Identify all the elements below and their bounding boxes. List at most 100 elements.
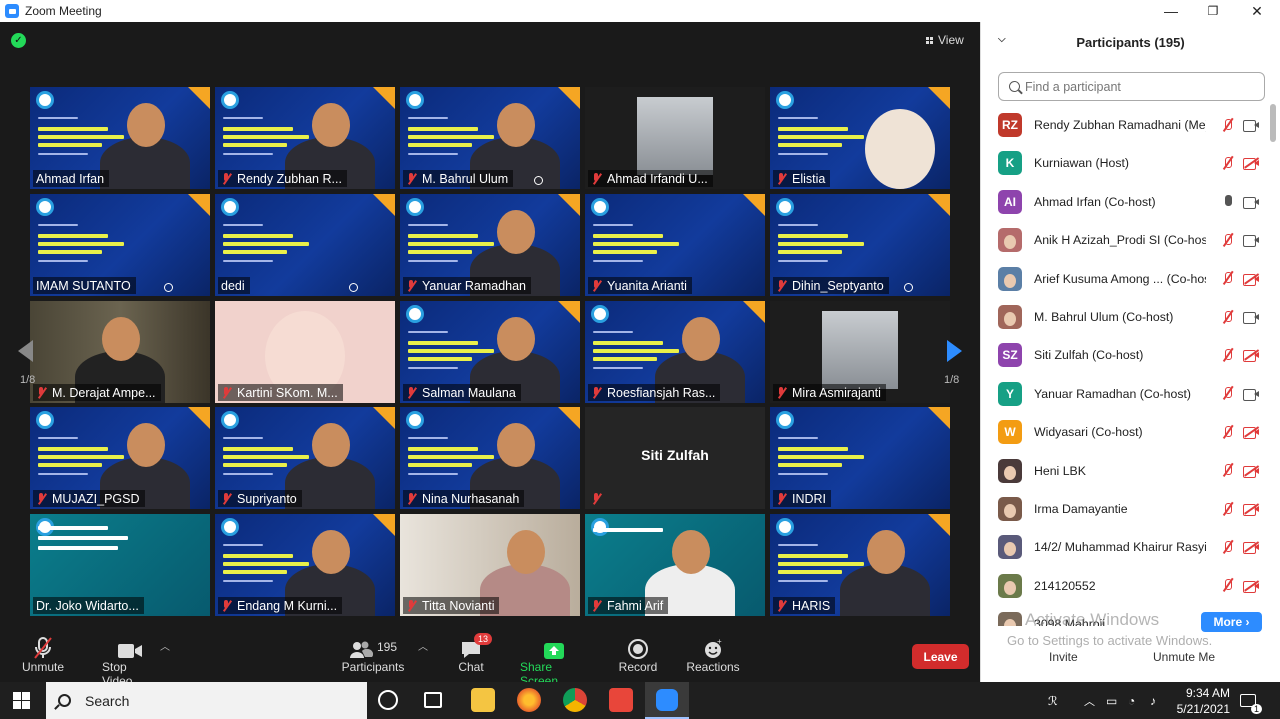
microphone-icon[interactable] [1221, 194, 1235, 209]
video-off-icon[interactable] [1243, 349, 1259, 363]
video-tile[interactable]: Yuanita Arianti [585, 194, 765, 296]
encryption-shield-icon[interactable]: ✓ [11, 33, 26, 48]
video-off-icon[interactable] [1243, 272, 1259, 286]
participant-list-scrollbar[interactable] [1270, 104, 1276, 142]
video-options-caret-icon[interactable]: ︿ [160, 638, 170, 653]
record-button[interactable]: Record [618, 634, 658, 674]
video-tile[interactable]: Roesfiansjah Ras... [585, 301, 765, 403]
participant-row[interactable]: 214120552 [981, 567, 1269, 605]
video-camera-icon[interactable] [1243, 234, 1259, 248]
close-button[interactable]: ✕ [1234, 0, 1280, 22]
video-off-icon[interactable] [1243, 503, 1259, 516]
video-tile[interactable]: Dihin_Septyanto [770, 194, 950, 296]
view-button[interactable]: View [920, 30, 970, 50]
video-tile[interactable]: Nina Nurhasanah [400, 407, 580, 509]
video-tile[interactable]: Supriyanto [215, 407, 395, 509]
microphone-muted-icon[interactable] [1221, 310, 1235, 325]
anydesk-icon[interactable] [609, 688, 633, 712]
video-tile[interactable]: Kartini SKom. M... [215, 301, 395, 403]
participant-row[interactable]: Y Yanuar Ramadhan (Co-host) [981, 375, 1269, 413]
participant-row[interactable]: AI Ahmad Irfan (Co-host) [981, 183, 1269, 221]
video-tile[interactable]: Titta Novianti [400, 514, 580, 616]
stop-video-button[interactable]: Stop Video [102, 634, 158, 688]
leave-button[interactable]: Leave [912, 644, 969, 669]
reactions-button[interactable]: + Reactions [686, 634, 739, 674]
participants-button[interactable]: 195 Participants [342, 634, 405, 674]
video-tile[interactable]: HARIS [770, 514, 950, 616]
microphone-muted-icon[interactable] [1221, 386, 1235, 401]
participant-row[interactable]: Heni LBK [981, 452, 1269, 490]
video-tile[interactable]: M. Derajat Ampe... [30, 301, 210, 403]
microphone-muted-icon[interactable] [1221, 348, 1235, 363]
video-tile[interactable]: dedi [215, 194, 395, 296]
microphone-muted-icon[interactable] [1221, 540, 1235, 555]
video-off-icon[interactable] [1243, 541, 1259, 555]
video-tile[interactable]: M. Bahrul Ulum [400, 87, 580, 189]
show-hidden-icons-icon[interactable]: ︿ [1084, 682, 1095, 719]
video-tile[interactable]: Elistia [770, 87, 950, 189]
microphone-muted-icon[interactable] [1221, 463, 1235, 478]
video-tile[interactable]: Dr. Joko Widarto... [30, 514, 210, 616]
next-page-arrow-icon[interactable] [947, 340, 962, 362]
microphone-muted-icon[interactable] [1221, 233, 1235, 248]
participant-row[interactable]: 14/2/ Muhammad Khairur Rasyid [981, 528, 1269, 566]
video-tile[interactable]: MUJAZI_PGSD [30, 407, 210, 509]
volume-icon[interactable]: ♪ [1150, 682, 1156, 719]
video-tile[interactable]: Ahmad Irfandi U... [585, 87, 765, 189]
video-off-icon[interactable] [1243, 464, 1259, 478]
video-tile[interactable]: Ahmad Irfan [30, 87, 210, 189]
task-view-icon[interactable] [424, 692, 442, 708]
notification-center-icon[interactable]: 1 [1240, 682, 1262, 719]
video-tile[interactable]: INDRI [770, 407, 950, 509]
invite-button[interactable]: Invite [1049, 650, 1078, 664]
unmute-button[interactable]: Unmute [22, 634, 64, 674]
microphone-muted-icon[interactable] [1221, 118, 1235, 133]
video-tile[interactable]: Fahmi Arif [585, 514, 765, 616]
video-off-icon[interactable] [1243, 426, 1259, 440]
collapse-chevron-icon[interactable]: ⌵ [998, 34, 1006, 45]
maximize-button[interactable]: ❐ [1190, 0, 1236, 22]
minimize-button[interactable]: — [1148, 0, 1194, 22]
system-clock[interactable]: 9:34 AM 5/21/2021 [1168, 685, 1230, 717]
participant-row[interactable]: RZ Rendy Zubhan Ramadhani (Me) [981, 106, 1269, 144]
more-button[interactable]: More › [1201, 612, 1262, 632]
video-off-icon[interactable] [1243, 157, 1259, 171]
microphone-muted-icon[interactable] [1221, 578, 1235, 593]
cortana-icon[interactable] [378, 690, 398, 710]
participant-row[interactable]: M. Bahrul Ulum (Co-host) [981, 298, 1269, 336]
microphone-muted-icon[interactable] [1221, 271, 1235, 286]
participant-row[interactable]: Irma Damayantie [981, 490, 1269, 528]
windows-start-icon[interactable] [13, 692, 30, 709]
video-tile[interactable]: Rendy Zubhan R... [215, 87, 395, 189]
participant-row[interactable]: SZ Siti Zulfah (Co-host) [981, 336, 1269, 374]
zoom-taskbar-icon[interactable] [645, 682, 689, 719]
file-explorer-icon[interactable] [471, 688, 495, 712]
video-camera-icon[interactable] [1243, 196, 1259, 209]
battery-icon[interactable]: ▭ [1106, 682, 1117, 719]
network-icon[interactable]: ◔ [1128, 682, 1135, 719]
video-camera-icon[interactable] [1243, 119, 1259, 132]
previous-page-arrow-icon[interactable] [18, 340, 33, 362]
video-camera-icon[interactable] [1243, 388, 1259, 401]
participant-row[interactable]: W Widyasari (Co-host) [981, 413, 1269, 451]
chrome-icon[interactable] [563, 688, 587, 712]
video-off-icon[interactable] [1243, 580, 1259, 593]
people-icon[interactable]: ℛ [1048, 682, 1058, 719]
video-tile[interactable]: Salman Maulana [400, 301, 580, 403]
microphone-muted-icon[interactable] [1221, 502, 1235, 517]
participant-row[interactable]: Anik H Azizah_Prodi SI (Co-host) [981, 221, 1269, 259]
video-camera-icon[interactable] [1243, 311, 1259, 324]
microphone-muted-icon[interactable] [1221, 156, 1235, 171]
unmute-me-button[interactable]: Unmute Me [1153, 650, 1215, 664]
video-tile[interactable]: Endang M Kurni... [215, 514, 395, 616]
participant-row[interactable]: Arief Kusuma Among ... (Co-host) [981, 260, 1269, 298]
taskbar-search-box[interactable]: Search [46, 682, 367, 719]
video-tile[interactable]: Siti Zulfah [585, 407, 765, 509]
video-tile[interactable]: Mira Asmirajanti [770, 301, 950, 403]
firefox-icon[interactable] [517, 688, 541, 712]
microphone-muted-icon[interactable] [1221, 425, 1235, 440]
video-tile[interactable]: IMAM SUTANTO [30, 194, 210, 296]
share-screen-button[interactable]: Share Screen [520, 634, 588, 688]
video-tile[interactable]: Yanuar Ramadhan [400, 194, 580, 296]
participants-options-caret-icon[interactable]: ︿ [418, 638, 428, 653]
